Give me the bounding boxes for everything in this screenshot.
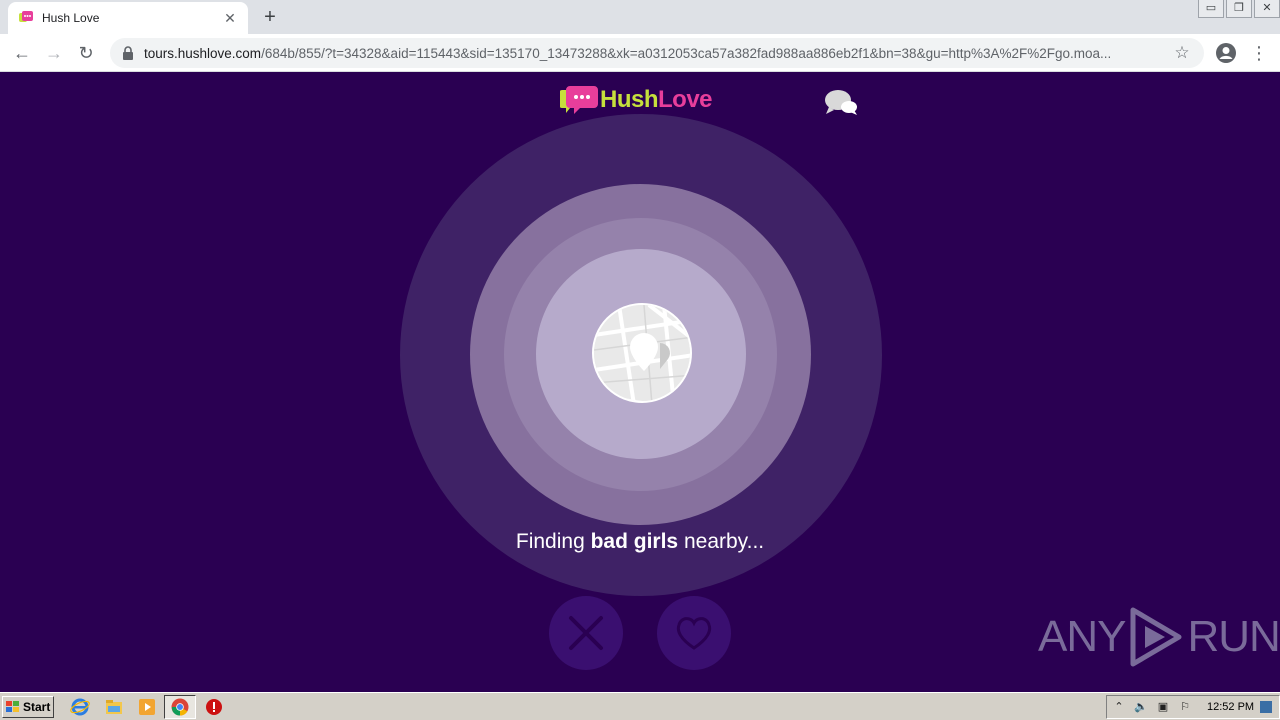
chrome-icon: [171, 698, 189, 716]
new-tab-button[interactable]: +: [258, 6, 282, 30]
volume-icon[interactable]: 🔈: [1133, 699, 1149, 715]
chat-icon[interactable]: [824, 88, 858, 118]
address-bar[interactable]: tours.hushlove.com/684b/855/?t=34328&aid…: [110, 38, 1204, 68]
browser-titlebar: Hush Love ✕ + ▭ ❐ ✕: [0, 0, 1280, 34]
finding-bold: bad girls: [590, 530, 679, 553]
minimize-button[interactable]: ▭: [1198, 0, 1224, 18]
back-button[interactable]: ←: [10, 41, 34, 65]
like-button[interactable]: [657, 596, 731, 670]
media-player-icon[interactable]: [137, 697, 157, 717]
windows-taskbar: Start ⌃ 🔈 ▣ ⚐ 12:52 PM: [0, 692, 1280, 720]
anyrun-watermark: ANY RUN: [1038, 606, 1280, 668]
tray-expand-icon[interactable]: ⌃: [1111, 699, 1127, 715]
watermark-run: RUN: [1187, 612, 1280, 661]
profile-avatar-icon[interactable]: [1215, 42, 1237, 64]
finding-prefix: Finding: [515, 530, 591, 553]
browser-toolbar: ← → ↻ tours.hushlove.com/684b/855/?t=343…: [0, 34, 1280, 72]
logo-text: HushLove: [600, 86, 713, 114]
chrome-taskbar-button[interactable]: [164, 695, 196, 719]
watermark-any: ANY: [1038, 612, 1126, 661]
url-text[interactable]: tours.hushlove.com/684b/855/?t=34328&aid…: [144, 46, 1172, 61]
finding-suffix: nearby...: [678, 530, 765, 553]
network-icon[interactable]: ▣: [1155, 699, 1171, 715]
map-location-icon: [592, 303, 692, 403]
reload-button[interactable]: ↻: [74, 41, 98, 65]
reject-button[interactable]: [549, 596, 623, 670]
finding-status-text: Finding bad girls nearby...: [340, 530, 940, 554]
hushlove-favicon-icon: [19, 11, 33, 22]
close-window-button[interactable]: ✕: [1254, 0, 1280, 18]
show-desktop-icon[interactable]: [1260, 701, 1273, 713]
browser-tab[interactable]: Hush Love ✕: [8, 2, 248, 34]
url-host: tours.hushlove.com: [144, 45, 262, 61]
taskbar-clock[interactable]: 12:52 PM: [1207, 701, 1254, 713]
window-controls: ▭ ❐ ✕: [1196, 0, 1280, 20]
lock-icon: [123, 46, 133, 60]
tab-title: Hush Love: [42, 11, 100, 25]
internet-explorer-icon[interactable]: [70, 697, 90, 717]
hushlove-logo[interactable]: HushLove: [560, 84, 713, 116]
browser-menu-button[interactable]: ⋮: [1250, 40, 1268, 66]
action-center-flag-icon[interactable]: ⚐: [1177, 699, 1193, 715]
opera-warning-icon[interactable]: [204, 697, 224, 717]
forward-button[interactable]: →: [42, 41, 66, 65]
tab-close-icon[interactable]: ✕: [222, 10, 238, 27]
chat-bubbles-logo-icon: [560, 86, 598, 114]
heart-icon: [676, 617, 712, 650]
url-path: /684b/855/?t=34328&aid=115443&sid=135170…: [261, 45, 1112, 61]
page-content: HushLove Finding bad girls nearby... ANY…: [0, 72, 1280, 692]
close-x-icon: [569, 616, 603, 650]
windows-logo-icon: [6, 701, 19, 712]
bookmark-star-icon[interactable]: ☆: [1172, 43, 1192, 63]
system-tray: ⌃ 🔈 ▣ ⚐ 12:52 PM: [1106, 695, 1280, 719]
file-explorer-icon[interactable]: [104, 697, 124, 717]
start-button[interactable]: Start: [2, 696, 54, 718]
play-triangle-icon: [1130, 607, 1182, 667]
logo-hush: Hush: [600, 86, 659, 113]
logo-love: Love: [658, 86, 713, 113]
restore-button[interactable]: ❐: [1226, 0, 1252, 18]
start-label: Start: [23, 700, 51, 714]
